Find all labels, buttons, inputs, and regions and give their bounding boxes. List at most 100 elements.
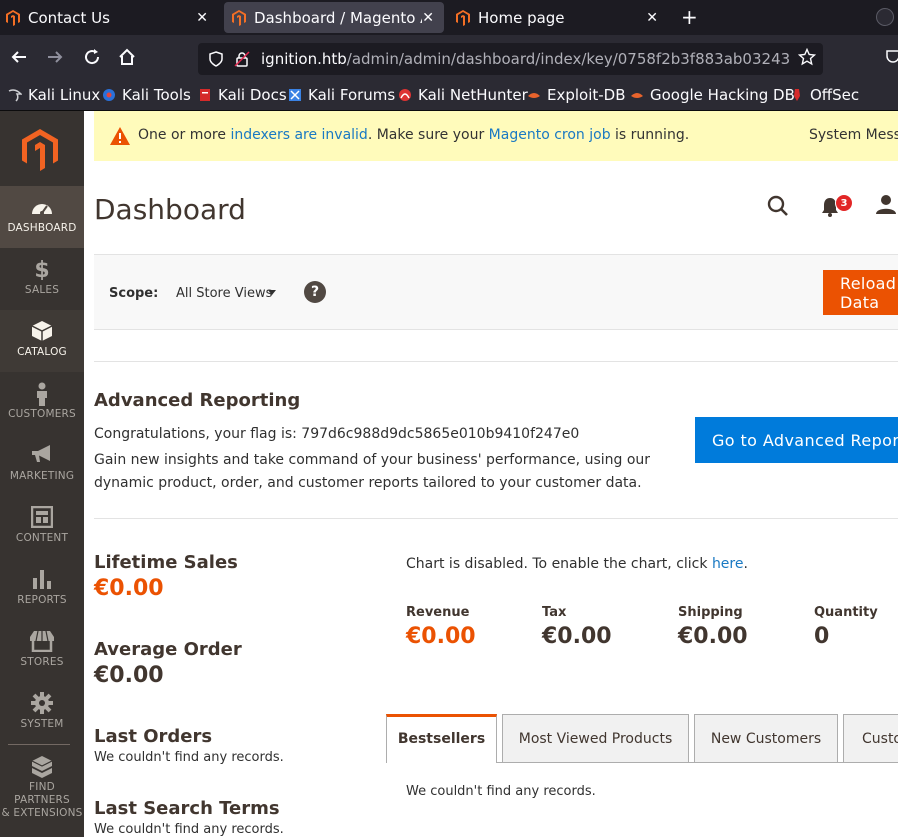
bookmark-offsec[interactable]: OffSec <box>790 86 859 104</box>
close-tab-icon[interactable]: ✕ <box>422 10 434 26</box>
browser-tab-home[interactable]: Home page ✕ <box>448 0 662 35</box>
shipping-value: €0.00 <box>678 624 748 649</box>
quantity-value: 0 <box>814 624 830 649</box>
pocket-icon[interactable] <box>885 48 898 69</box>
url-text[interactable]: ignition.htb/admin/admin/dashboard/index… <box>261 50 789 68</box>
menu-customers[interactable]: CUSTOMERS <box>0 372 84 434</box>
menu-label: DASHBOARD <box>7 222 77 234</box>
kali-forums-icon <box>288 88 302 102</box>
menu-dashboard[interactable]: DASHBOARD <box>0 186 84 248</box>
system-notice-bar: One or more indexers are invalid. Make s… <box>94 111 898 161</box>
scope-switcher-bar: Scope: All Store Views ? <box>94 254 898 330</box>
url-host: ignition.htb <box>261 50 347 68</box>
new-tab-button[interactable]: + <box>681 5 698 29</box>
lifetime-sales-title: Lifetime Sales <box>94 552 238 573</box>
bookmark-label: Exploit-DB <box>547 86 626 104</box>
notice-message: One or more indexers are invalid. Make s… <box>138 127 689 143</box>
bookmark-exploit-db[interactable]: Exploit-DB <box>527 86 626 104</box>
last-search-terms-title: Last Search Terms <box>94 798 280 819</box>
advanced-reporting-title: Advanced Reporting <box>94 390 301 411</box>
bookmark-star-icon[interactable] <box>797 47 817 71</box>
insecure-lock-icon[interactable] <box>234 51 250 71</box>
chevron-down-icon[interactable] <box>268 290 276 295</box>
bookmark-label: Kali Docs <box>218 86 287 104</box>
advanced-reporting-description: Gain new insights and take command of yo… <box>94 452 651 491</box>
system-messages-link[interactable]: System Messages <box>809 127 898 143</box>
bookmark-kali-linux[interactable]: Kali Linux <box>8 86 100 104</box>
kali-dragon-icon <box>8 88 23 102</box>
cron-job-link[interactable]: Magento cron job <box>489 127 611 143</box>
go-to-advanced-reporting-button[interactable]: Go to Advanced Reporting <box>695 417 898 463</box>
dollar-icon: $ <box>0 258 84 283</box>
bookmark-kali-tools[interactable]: Kali Tools <box>102 86 191 104</box>
menu-stores[interactable]: STORES <box>0 620 84 682</box>
warning-icon <box>109 126 131 150</box>
url-path: /admin/admin/dashboard/index/key/0758f2b… <box>346 50 789 68</box>
enable-chart-link[interactable]: here <box>712 556 744 572</box>
browser-tab-dashboard[interactable]: Dashboard / Magento Admin ✕ <box>224 2 444 33</box>
divider <box>94 518 898 519</box>
sidebar-divider <box>8 744 70 745</box>
menu-sales[interactable]: $ SALES <box>0 248 84 310</box>
menu-reports[interactable]: REPORTS <box>0 558 84 620</box>
back-arrow-icon[interactable] <box>10 48 28 71</box>
menu-catalog[interactable]: CATALOG <box>0 310 84 372</box>
menu-content[interactable]: CONTENT <box>0 496 84 558</box>
last-search-empty: We couldn't find any records. <box>94 822 284 837</box>
menu-find-partners[interactable]: FIND PARTNERS & EXTENSIONS <box>0 751 84 819</box>
divider <box>94 361 898 362</box>
average-order-title: Average Order <box>94 639 242 660</box>
url-bar[interactable]: ignition.htb/admin/admin/dashboard/index… <box>198 43 823 75</box>
bookmark-label: Kali Tools <box>122 86 191 104</box>
user-account-icon[interactable] <box>875 195 897 219</box>
bookmark-kali-docs[interactable]: Kali Docs <box>198 86 287 104</box>
reload-icon[interactable] <box>83 48 101 71</box>
magento-favicon-icon <box>232 9 246 26</box>
tab-label: Dashboard / Magento Admin <box>254 8 422 27</box>
notice-text: One or more <box>138 127 231 143</box>
reload-data-button[interactable]: Reload Data <box>823 270 898 315</box>
search-icon[interactable] <box>767 195 789 221</box>
bookmark-kali-nethunter[interactable]: Kali NetHunter <box>398 86 528 104</box>
menu-label: CONTENT <box>15 532 69 544</box>
forward-arrow-icon[interactable] <box>46 48 64 71</box>
browser-tab-contact-us[interactable]: Contact Us ✕ <box>0 0 218 35</box>
bookmark-label: Kali NetHunter <box>418 86 528 104</box>
ghdb-icon <box>630 88 644 102</box>
bookmark-google-hacking-db[interactable]: Google Hacking DB <box>630 86 795 104</box>
exploit-db-icon <box>527 88 541 102</box>
grid-empty-message: We couldn't find any records. <box>406 784 596 799</box>
nethunter-icon <box>398 88 412 102</box>
account-circle-icon[interactable] <box>876 8 894 26</box>
chart-message-text: . <box>743 556 748 572</box>
home-icon[interactable] <box>118 48 136 71</box>
tab-bestsellers[interactable]: Bestsellers <box>386 714 497 763</box>
menu-marketing[interactable]: MARKETING <box>0 434 84 496</box>
close-tab-icon[interactable]: ✕ <box>646 10 658 26</box>
bookmark-kali-forums[interactable]: Kali Forums <box>288 86 395 104</box>
shield-icon[interactable] <box>208 51 224 71</box>
tab-customers[interactable]: Customers <box>843 714 898 763</box>
indexers-link[interactable]: indexers are invalid <box>230 127 367 143</box>
revenue-value: €0.00 <box>406 624 476 649</box>
kali-docs-icon <box>198 88 212 102</box>
browser-tab-bar: Contact Us ✕ Dashboard / Magento Admin ✕… <box>0 0 898 35</box>
magento-favicon-icon <box>456 9 470 26</box>
magento-logo-icon[interactable] <box>22 129 58 175</box>
tab-most-viewed-products[interactable]: Most Viewed Products <box>502 714 689 763</box>
menu-system[interactable]: SYSTEM <box>0 682 84 744</box>
shipping-label: Shipping <box>678 605 743 620</box>
magento-favicon-icon <box>6 9 20 26</box>
last-orders-empty: We couldn't find any records. <box>94 750 284 765</box>
bookmark-label: Kali Forums <box>308 86 396 104</box>
tab-new-customers[interactable]: New Customers <box>694 714 838 763</box>
close-tab-icon[interactable]: ✕ <box>196 10 208 26</box>
bar-chart-icon <box>0 568 84 590</box>
bookmark-label: OffSec <box>810 86 860 104</box>
revenue-label: Revenue <box>406 605 470 620</box>
scope-dropdown[interactable]: All Store Views <box>176 286 272 301</box>
box-stack-icon <box>0 755 84 778</box>
storefront-icon <box>0 630 84 653</box>
notice-text: is running. <box>610 127 690 143</box>
help-icon[interactable]: ? <box>304 281 326 303</box>
